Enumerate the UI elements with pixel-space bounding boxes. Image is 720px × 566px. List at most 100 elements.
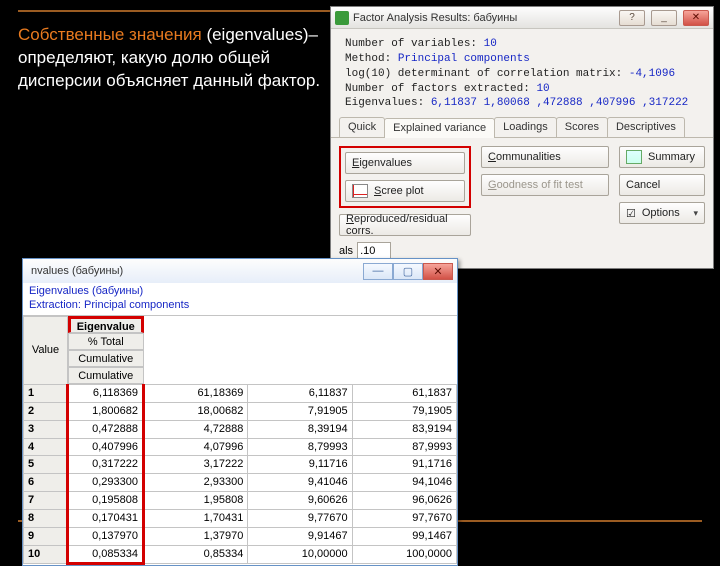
highlighted-buttons: EEigenvaluesigenvalues Scree plot (339, 146, 471, 208)
plot-icon (352, 184, 368, 198)
tabs: Quick Explained variance Loadings Scores… (331, 117, 713, 138)
minimize-button[interactable]: — (363, 263, 393, 280)
cell-pct-total: 18,00682 (144, 402, 248, 420)
cell-eigenvalue: 0,170431 (68, 509, 144, 527)
cell-cum-pct: 83,9194 (352, 420, 456, 438)
cell-pct-total: 4,72888 (144, 420, 248, 438)
table-row[interactable]: 21,80068218,006827,9190579,1905 (24, 402, 457, 420)
cell-pct-total: 3,17222 (144, 456, 248, 474)
cell-pct-total: 2,93300 (144, 474, 248, 492)
table-row[interactable]: 60,2933002,933009,4104694,1046 (24, 474, 457, 492)
eigenvalues-table: Value Eigenvalue % Totalvariance Cumulat… (23, 316, 457, 566)
cell-eigenvalue: 0,085334 (68, 545, 144, 564)
cell-eigenvalue: 0,472888 (68, 420, 144, 438)
maximize-button[interactable]: ▢ (393, 263, 423, 280)
cell-cum-pct: 94,1046 (352, 474, 456, 492)
explanatory-text: Собственные значения (eigenvalues)– опре… (18, 24, 323, 93)
scree-plot-button[interactable]: Scree plot (345, 180, 465, 202)
row-header: 7 (24, 492, 68, 510)
table-row[interactable]: 70,1958081,958089,6062696,0626 (24, 492, 457, 510)
eigenvalues-window: nvalues (бабуины) — ▢ ✕ Eigenvalues (баб… (22, 258, 458, 566)
app-icon (335, 11, 349, 25)
cell-pct-total: 1,37970 (144, 527, 248, 545)
table-row[interactable]: 80,1704311,704319,7767097,7670 (24, 509, 457, 527)
cell-cum-eig: 6,11837 (248, 385, 352, 403)
eigenvalues-button[interactable]: EEigenvaluesigenvalues (345, 152, 465, 174)
cell-eigenvalue: 1,800682 (68, 402, 144, 420)
table-row[interactable]: 30,4728884,728888,3919483,9194 (24, 420, 457, 438)
col-cum-pct[interactable]: Cumulative% (68, 367, 144, 384)
close-button[interactable]: ✕ (423, 263, 453, 280)
cell-cum-eig: 9,11716 (248, 456, 352, 474)
cell-cum-eig: 9,91467 (248, 527, 352, 545)
cell-cum-eig: 9,41046 (248, 474, 352, 492)
cell-pct-total: 0,85334 (144, 545, 248, 564)
cell-eigenvalue: 6,118369 (68, 385, 144, 403)
goodness-of-fit-button: Goodness of fit test (481, 174, 609, 196)
col-pct-total[interactable]: % Totalvariance (68, 333, 144, 350)
summary-button[interactable]: Summary (619, 146, 705, 168)
cell-cum-pct: 100,0000 (352, 545, 456, 564)
cell-eigenvalue: 0,407996 (68, 438, 144, 456)
cell-eigenvalue: 0,317222 (68, 456, 144, 474)
table-row[interactable]: 16,11836961,183696,1183761,1837 (24, 385, 457, 403)
summary-icon (626, 150, 642, 164)
row-header: 4 (24, 438, 68, 456)
dialog-titlebar[interactable]: Factor Analysis Results: бабуины ? _ ✕ (331, 7, 713, 29)
grid-title: nvalues (бабуины) (27, 265, 363, 277)
tab-descriptives[interactable]: Descriptives (607, 117, 685, 137)
reproduced-corrs-button[interactable]: Reproduced/residual corrs. (339, 214, 471, 236)
row-header: 2 (24, 402, 68, 420)
row-header: 9 (24, 527, 68, 545)
table-row[interactable]: 50,3172223,172229,1171691,1716 (24, 456, 457, 474)
options-button[interactable]: ☑Options▾ (619, 202, 705, 224)
cell-cum-eig: 8,79993 (248, 438, 352, 456)
table-row[interactable]: 40,4079964,079968,7999387,9993 (24, 438, 457, 456)
cell-pct-total: 4,07996 (144, 438, 248, 456)
minimize-button[interactable]: _ (651, 10, 677, 26)
results-info: Number of variables: 10 Method: Principa… (331, 29, 713, 115)
cell-pct-total: 61,18369 (144, 385, 248, 403)
cell-pct-total: 1,70431 (144, 509, 248, 527)
row-header: 5 (24, 456, 68, 474)
cell-eigenvalue: 0,137970 (68, 527, 144, 545)
cell-eigenvalue: 0,195808 (68, 492, 144, 510)
col-cum-eig[interactable]: CumulativeEigenvalue (68, 350, 144, 367)
row-header: 8 (24, 509, 68, 527)
help-button[interactable]: ? (619, 10, 645, 26)
cell-cum-pct: 79,1905 (352, 402, 456, 420)
cell-cum-pct: 91,1716 (352, 456, 456, 474)
cell-cum-eig: 7,91905 (248, 402, 352, 420)
cell-eigenvalue: 0,293300 (68, 474, 144, 492)
row-header: 1 (24, 385, 68, 403)
row-header: 3 (24, 420, 68, 438)
table-row[interactable]: 100,0853340,8533410,00000100,0000 (24, 545, 457, 564)
tab-quick[interactable]: Quick (339, 117, 385, 137)
accent-term: Собственные значения (18, 25, 202, 44)
cell-cum-pct: 61,1837 (352, 385, 456, 403)
communalities-button[interactable]: Communalities (481, 146, 609, 168)
cell-cum-eig: 10,00000 (248, 545, 352, 564)
cell-cum-eig: 9,77670 (248, 509, 352, 527)
table-row[interactable]: 90,1379701,379709,9146799,1467 (24, 527, 457, 545)
tab-explained-variance[interactable]: Explained variance (384, 118, 495, 138)
tab-loadings[interactable]: Loadings (494, 117, 557, 137)
dialog-body: EEigenvaluesigenvalues Scree plot Reprod… (331, 138, 713, 268)
col-value[interactable]: Value (24, 316, 68, 385)
close-button[interactable]: ✕ (683, 10, 709, 26)
row-header: 10 (24, 545, 68, 564)
row-header: 6 (24, 474, 68, 492)
col-eigenvalue[interactable]: Eigenvalue (68, 316, 144, 333)
dialog-title: Factor Analysis Results: бабуины (353, 12, 613, 24)
factor-analysis-dialog: Factor Analysis Results: бабуины ? _ ✕ N… (330, 6, 714, 269)
cell-pct-total: 1,95808 (144, 492, 248, 510)
cell-cum-eig: 8,39194 (248, 420, 352, 438)
grid-titlebar[interactable]: nvalues (бабуины) — ▢ ✕ (23, 259, 457, 283)
cell-cum-eig: 9,60626 (248, 492, 352, 510)
tab-scores[interactable]: Scores (556, 117, 608, 137)
cancel-button[interactable]: Cancel (619, 174, 705, 196)
grid-header: Eigenvalues (бабуины) Extraction: Princi… (23, 283, 457, 316)
cell-cum-pct: 96,0626 (352, 492, 456, 510)
als-label: als (339, 245, 353, 257)
cell-cum-pct: 97,7670 (352, 509, 456, 527)
